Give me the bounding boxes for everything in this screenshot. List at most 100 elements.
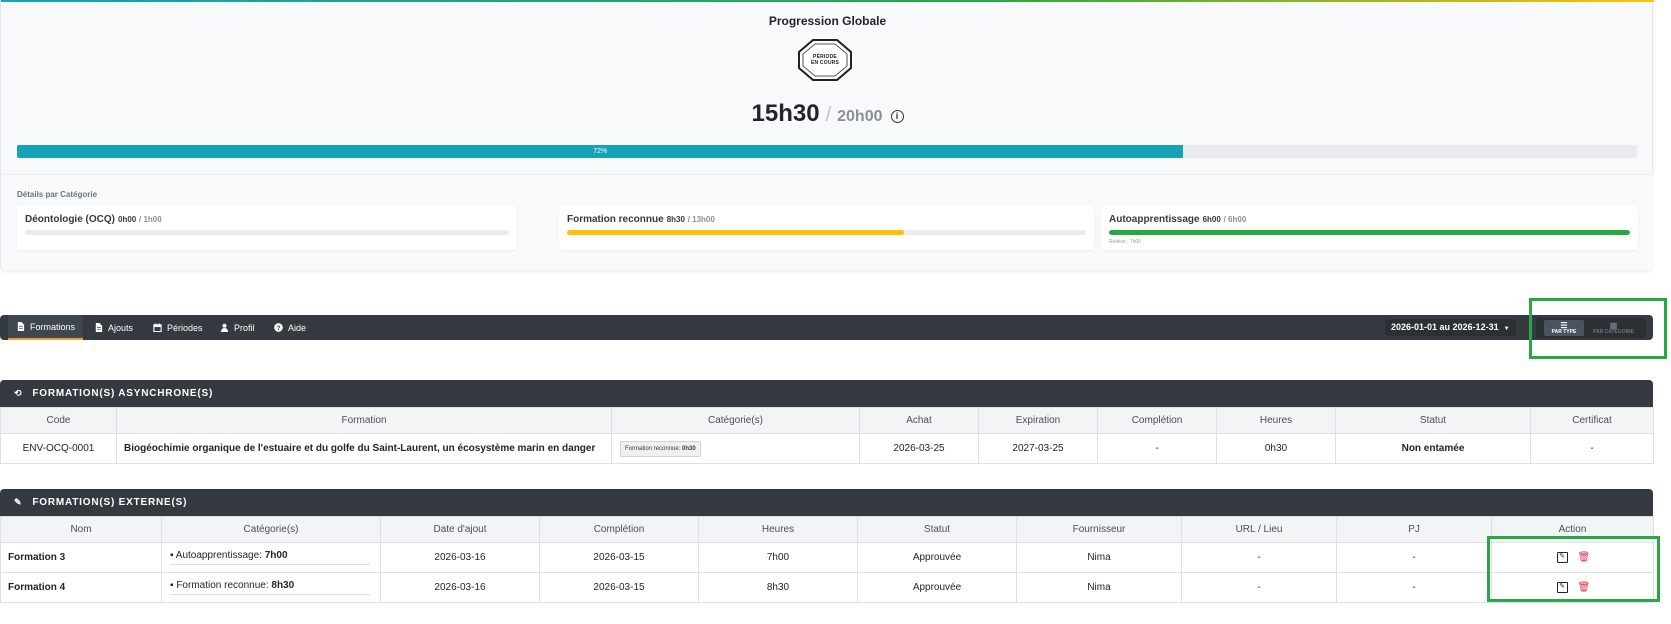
category-name: Formation reconnue xyxy=(567,214,664,225)
column-header[interactable]: Statut xyxy=(1335,407,1531,434)
category-done: 0h00 xyxy=(118,215,137,224)
hours-value: 0h30 xyxy=(1216,433,1336,464)
top-accent-stripe xyxy=(1,0,1654,2)
badge-text: PÉRIODE EN COURS xyxy=(797,38,853,82)
completion-date: 2026-03-15 xyxy=(539,572,699,603)
table-header-row: Code Formation Catégorie(s) Achat Expira… xyxy=(0,407,1654,434)
tab-periodes[interactable]: Périodes xyxy=(145,315,211,340)
period-badge: PÉRIODE EN COURS xyxy=(797,38,853,82)
tab-ajouts[interactable]: Ajouts xyxy=(86,315,141,340)
column-header[interactable]: URL / Lieu xyxy=(1181,516,1337,543)
progress-card: Progression Globale PÉRIODE EN COURS 15h… xyxy=(0,0,1654,271)
table-row[interactable]: Formation 3 ▪ Autoapprentissage: 7h00 20… xyxy=(0,542,1654,573)
edit-icon[interactable]: ✎ xyxy=(1556,582,1568,593)
date-range-value: 2026-01-01 au 2026-12-31 xyxy=(1391,322,1499,332)
tab-aide[interactable]: ? Aide xyxy=(266,315,314,340)
column-header[interactable]: Date d'ajout xyxy=(380,516,540,543)
category-details: Détails par Catégorie Déontologie (OCQ) 0… xyxy=(1,174,1654,271)
attachment: - xyxy=(1336,572,1492,603)
column-header[interactable]: Nom xyxy=(0,516,162,543)
date-range-select[interactable]: 2026-01-01 au 2026-12-31 ▼ xyxy=(1385,319,1516,336)
view-toggle: ☰ PAR TYPE ▦ PAR CATÉGORIE xyxy=(1536,318,1646,338)
hours-target: 20h00 xyxy=(837,108,883,125)
column-header[interactable]: Catégorie(s) xyxy=(611,407,860,434)
progress-title: Progression Globale xyxy=(768,14,887,28)
info-icon[interactable]: i xyxy=(890,110,904,123)
column-header[interactable]: Catégorie(s) xyxy=(161,516,381,543)
help-icon: ? xyxy=(274,323,283,332)
url-location: - xyxy=(1181,542,1337,573)
column-header[interactable]: Action xyxy=(1491,516,1654,543)
trash-icon[interactable]: 🗑 xyxy=(1578,552,1591,563)
history-icon: ⟲ xyxy=(14,388,23,398)
category-hours: 8h30 xyxy=(271,580,295,591)
hours-done: 15h30 xyxy=(751,100,820,127)
tab-label: Aide xyxy=(288,322,307,333)
status-badge: Approuvée xyxy=(857,542,1017,573)
category-card-formation-reconnue: Formation reconnue 8h30 / 13h00 xyxy=(559,206,1094,250)
column-header[interactable]: Fournisseur xyxy=(1016,516,1182,543)
user-icon xyxy=(220,323,229,332)
certificate-value: - xyxy=(1530,433,1654,464)
tab-profil[interactable]: Profil xyxy=(212,315,263,340)
provider: Nima xyxy=(1016,572,1182,603)
category-progress-fill xyxy=(567,230,905,235)
calendar-icon xyxy=(153,323,162,332)
status-badge: Approuvée xyxy=(857,572,1017,603)
status-badge: Non entamée xyxy=(1335,433,1531,464)
column-header[interactable]: Statut xyxy=(857,516,1017,543)
edit-square-icon: ✎ xyxy=(14,497,23,507)
provider: Nima xyxy=(1016,542,1182,573)
column-header[interactable]: Complétion xyxy=(539,516,699,543)
list-icon: ☰ xyxy=(1560,320,1568,330)
column-header[interactable]: Complétion xyxy=(1097,407,1217,434)
category-progress-bar xyxy=(25,230,509,235)
table-row[interactable]: Formation 4 ▪ Formation reconnue: 8h30 2… xyxy=(0,572,1654,603)
url-location: - xyxy=(1181,572,1337,603)
external-table: Nom Catégorie(s) Date d'ajout Complétion… xyxy=(0,516,1654,603)
async-section-header: ⟲ FORMATION(S) ASYNCHRONE(S) xyxy=(0,380,1653,407)
badge-line-2: EN COURS xyxy=(811,60,839,66)
formation-code: ENV-OCQ-0001 xyxy=(0,433,117,464)
tab-label: Profil xyxy=(234,322,255,333)
tab-label: Ajouts xyxy=(108,322,134,333)
column-header[interactable]: PJ xyxy=(1336,516,1492,543)
view-by-type-button[interactable]: ☰ PAR TYPE xyxy=(1544,320,1584,336)
table-header-row: Nom Catégorie(s) Date d'ajout Complétion… xyxy=(0,516,1654,543)
category-target: / 13h00 xyxy=(687,215,715,224)
category-progress-bar xyxy=(567,230,1086,235)
hours-summary: 15h30/ 20h00 i xyxy=(1,100,1654,128)
column-header[interactable]: Heures xyxy=(1216,407,1336,434)
edit-icon[interactable]: ✎ xyxy=(1556,552,1568,563)
tab-label: Périodes xyxy=(167,322,203,333)
document-icon xyxy=(17,322,25,331)
column-header[interactable]: Certificat xyxy=(1530,407,1654,434)
category-target: / 1h00 xyxy=(139,215,162,224)
category-pill-label: Formation reconnue: xyxy=(625,445,681,452)
category-label: Formation reconnue: xyxy=(176,580,269,591)
table-row[interactable]: ENV-OCQ-0001 Biogéochimie organique de l… xyxy=(0,433,1654,464)
svg-text:?: ? xyxy=(277,325,281,332)
achat-date: 2026-03-25 xyxy=(859,433,979,464)
formation-name[interactable]: Formation 3 xyxy=(0,542,162,573)
async-section-title: FORMATION(S) ASYNCHRONE(S) xyxy=(32,388,214,399)
column-header[interactable]: Expiration xyxy=(978,407,1098,434)
category-line: ▪ Autoapprentissage: 7h00 xyxy=(170,550,370,565)
category-progress-bar xyxy=(1109,230,1630,235)
formation-title[interactable]: Biogéochimie organique de l'estuaire et … xyxy=(116,433,612,464)
column-header[interactable]: Code xyxy=(0,407,117,434)
tab-label: Formations xyxy=(30,321,76,332)
category-done: 6h00 xyxy=(1202,215,1221,224)
document-icon xyxy=(95,323,103,332)
formation-name[interactable]: Formation 4 xyxy=(0,572,162,603)
trash-icon[interactable]: 🗑 xyxy=(1578,582,1591,593)
main-navbar: Formations Ajouts Périodes Profil ? Aide… xyxy=(0,315,1653,340)
view-by-category-button[interactable]: ▦ PAR CATÉGORIE xyxy=(1586,320,1641,336)
column-header[interactable]: Formation xyxy=(116,407,612,434)
global-progress-fill: 72% xyxy=(17,145,1184,158)
column-header[interactable]: Heures xyxy=(698,516,858,543)
column-header[interactable]: Achat xyxy=(859,407,979,434)
category-hours: 7h00 xyxy=(264,550,288,561)
category-card-autoapprentissage: Autoapprentissage 6h00 / 6h00 Réalisé : 7… xyxy=(1101,206,1638,250)
tab-formations[interactable]: Formations xyxy=(8,315,84,340)
